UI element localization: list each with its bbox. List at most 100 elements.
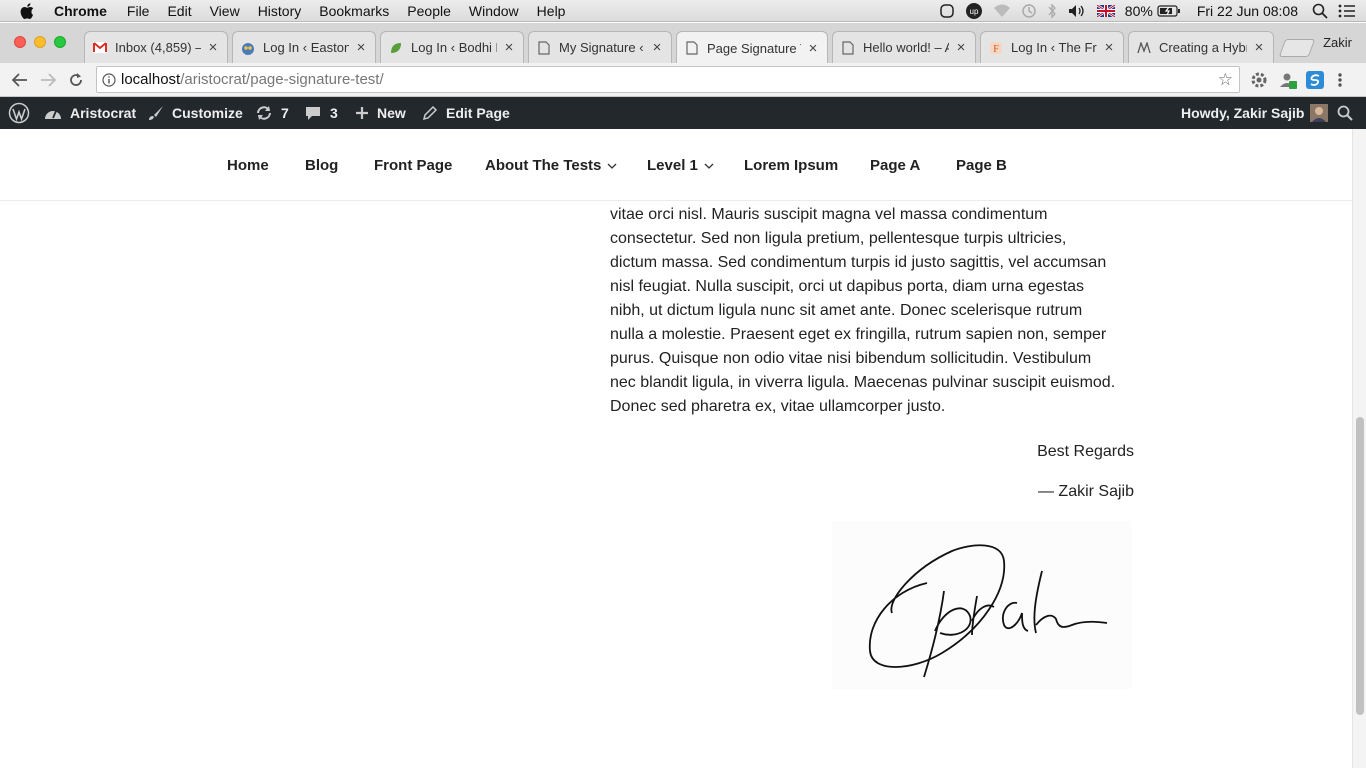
tab-title: Creating a Hybri bbox=[1159, 40, 1247, 55]
menu-file[interactable]: File bbox=[127, 3, 150, 19]
menu-bookmarks[interactable]: Bookmarks bbox=[319, 3, 389, 19]
macos-menu-bar: Chrome File Edit View History Bookmarks … bbox=[0, 0, 1366, 22]
battery-icon[interactable] bbox=[1157, 5, 1181, 17]
wifi-icon[interactable] bbox=[993, 4, 1011, 18]
close-tab-icon[interactable]: × bbox=[1103, 39, 1115, 56]
updates-link[interactable]: 7 bbox=[255, 97, 289, 129]
browser-tab[interactable]: My Signature ‹ A × bbox=[528, 31, 672, 63]
nav-item-page-a[interactable]: Page A bbox=[870, 157, 920, 174]
signature-image bbox=[832, 521, 1132, 689]
wp-admin-bar: Aristocrat Customize 7 3 New Edit Page H… bbox=[0, 97, 1366, 129]
bluetooth-icon[interactable] bbox=[1047, 3, 1057, 19]
menu-edit[interactable]: Edit bbox=[167, 3, 191, 19]
updates-icon bbox=[255, 105, 273, 121]
new-tab-button[interactable] bbox=[1278, 39, 1316, 57]
scrollbar-thumb[interactable] bbox=[1356, 417, 1364, 715]
settings-extension-icon[interactable] bbox=[1250, 71, 1268, 89]
nav-item-about-the-tests[interactable]: About The Tests bbox=[485, 157, 617, 174]
wordpress-logo-icon[interactable] bbox=[8, 97, 30, 129]
comments-link[interactable]: 3 bbox=[304, 97, 338, 129]
uk-flag-icon[interactable] bbox=[1096, 5, 1115, 17]
nav-item-blog[interactable]: Blog bbox=[305, 157, 338, 174]
tab-title: Page Signature T bbox=[707, 40, 801, 56]
info-icon[interactable] bbox=[97, 72, 121, 87]
menu-people[interactable]: People bbox=[407, 3, 451, 19]
paragraph-line: nisl feugiat. Nulla suscipit, orci ut da… bbox=[610, 278, 1085, 295]
browser-tab-active[interactable]: Page Signature T × bbox=[676, 31, 828, 64]
close-tab-icon[interactable]: × bbox=[1253, 39, 1265, 56]
browser-tab[interactable]: Creating a Hybri × bbox=[1128, 31, 1274, 63]
edit-page-link[interactable]: Edit Page bbox=[422, 97, 510, 129]
paragraph-line: nibh, ut dictum ligula nunc sit amet ant… bbox=[610, 302, 1083, 319]
nav-item-front-page[interactable]: Front Page bbox=[374, 157, 452, 174]
paragraph-line: dictum massa. Sed condimentum turpis id … bbox=[610, 254, 1107, 271]
notification-center-icon[interactable] bbox=[1338, 4, 1356, 18]
body-paragraph: vitae orci nisl. Mauris suscipit magna v… bbox=[610, 203, 1134, 419]
browser-tab[interactable]: F Log In ‹ The Fror × bbox=[980, 31, 1124, 63]
search-icon[interactable] bbox=[1337, 97, 1353, 129]
paragraph-line: consectetur. Sed non ligula pretium, pel… bbox=[610, 230, 1067, 247]
spotlight-icon[interactable] bbox=[1312, 3, 1328, 19]
customize-link[interactable]: Customize bbox=[148, 97, 243, 129]
close-tab-icon[interactable]: × bbox=[207, 39, 219, 56]
person-extension-icon[interactable] bbox=[1279, 71, 1297, 89]
menu-history[interactable]: History bbox=[258, 3, 302, 19]
closing-text: Best Regards bbox=[1037, 443, 1134, 460]
time-machine-icon[interactable] bbox=[1021, 3, 1037, 19]
notes-icon[interactable] bbox=[939, 3, 955, 19]
minimize-window-button[interactable] bbox=[34, 36, 46, 48]
page-scrollbar[interactable] bbox=[1352, 129, 1366, 768]
svg-text:F: F bbox=[993, 44, 999, 55]
site-name: Aristocrat bbox=[70, 105, 137, 121]
back-icon[interactable] bbox=[10, 70, 30, 90]
close-tab-icon[interactable]: × bbox=[955, 39, 967, 56]
site-name-menu[interactable]: Aristocrat bbox=[44, 97, 136, 129]
updates-count: 7 bbox=[281, 105, 289, 121]
frontier-icon: F bbox=[989, 41, 1003, 55]
menu-view[interactable]: View bbox=[210, 3, 240, 19]
new-label: New bbox=[377, 105, 406, 121]
paragraph-line: Donec sed pharetra ex, vitae ullamcorper… bbox=[610, 398, 946, 415]
battery-percent[interactable]: 80% bbox=[1125, 3, 1153, 19]
browser-tab[interactable]: Log In ‹ Bodhi Ex × bbox=[380, 31, 524, 63]
s-extension-icon[interactable] bbox=[1306, 71, 1324, 89]
nav-item-level-1[interactable]: Level 1 bbox=[647, 157, 714, 174]
page-icon bbox=[537, 40, 551, 55]
nav-item-home[interactable]: Home bbox=[227, 157, 269, 174]
volume-icon[interactable] bbox=[1067, 3, 1087, 19]
close-tab-icon[interactable]: × bbox=[355, 39, 367, 56]
chrome-menu-icon[interactable] bbox=[1336, 71, 1354, 89]
profile-name[interactable]: Zakir bbox=[1323, 35, 1352, 50]
close-tab-icon[interactable]: × bbox=[651, 39, 663, 56]
tab-title: Hello world! – Ar bbox=[863, 40, 949, 55]
upwork-icon[interactable]: up bbox=[965, 2, 983, 20]
address-bar[interactable]: localhost/aristocrat/page-signature-test… bbox=[96, 66, 1240, 93]
close-tab-icon[interactable]: × bbox=[503, 39, 515, 56]
nav-item-label: About The Tests bbox=[485, 157, 602, 174]
paragraph-line: vitae orci nisl. Mauris suscipit magna v… bbox=[610, 206, 1048, 223]
menu-window[interactable]: Window bbox=[469, 3, 519, 19]
owl-icon bbox=[241, 41, 255, 55]
account-menu[interactable]: Howdy, Zakir Sajib bbox=[1181, 97, 1329, 129]
menu-help[interactable]: Help bbox=[537, 3, 566, 19]
bookmark-star-icon[interactable]: ☆ bbox=[1218, 70, 1233, 90]
nav-item-page-b[interactable]: Page B bbox=[956, 157, 1007, 174]
paragraph-line: purus. Quisque non odio vitae nisi biben… bbox=[610, 350, 1092, 367]
nav-item-lorem-ipsum[interactable]: Lorem Ipsum bbox=[744, 157, 838, 174]
site-navigation: Home Blog Front Page About The Tests Lev… bbox=[0, 129, 1352, 201]
zoom-window-button[interactable] bbox=[54, 36, 66, 48]
page-icon bbox=[685, 41, 699, 55]
browser-tab[interactable]: Inbox (4,859) – × bbox=[84, 31, 228, 63]
tab-title: My Signature ‹ A bbox=[559, 40, 645, 55]
new-content-menu[interactable]: New bbox=[355, 97, 406, 129]
reload-icon[interactable] bbox=[66, 70, 86, 90]
forward-icon[interactable] bbox=[38, 70, 58, 90]
page-icon bbox=[841, 40, 855, 55]
browser-tab[interactable]: Hello world! – Ar × bbox=[832, 31, 976, 63]
browser-tab[interactable]: Log In ‹ Easton × bbox=[232, 31, 376, 63]
clock[interactable]: Fri 22 Jun 08:08 bbox=[1197, 3, 1298, 19]
apple-icon[interactable] bbox=[0, 2, 54, 19]
close-tab-icon[interactable]: × bbox=[807, 40, 819, 57]
close-window-button[interactable] bbox=[14, 36, 26, 48]
menu-chrome[interactable]: Chrome bbox=[54, 3, 107, 19]
